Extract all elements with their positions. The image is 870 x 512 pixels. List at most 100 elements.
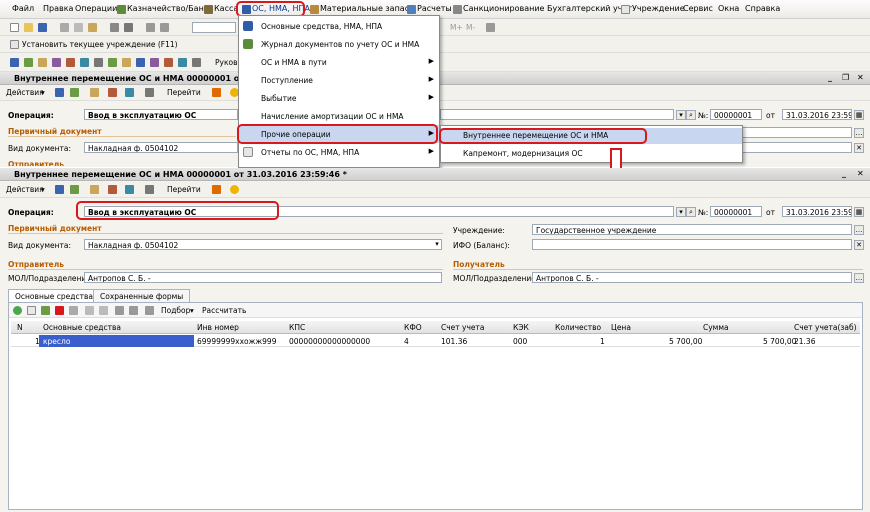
back-icon[interactable] bbox=[146, 23, 155, 32]
col-asset[interactable]: Основные средства bbox=[43, 323, 121, 332]
dd-item-disposal[interactable]: Выбытие ▶ bbox=[239, 89, 439, 107]
back-doc-type-field[interactable]: Накладная ф. 0504102 bbox=[84, 142, 238, 153]
move-down-icon[interactable] bbox=[99, 306, 108, 315]
copy-row-icon[interactable] bbox=[27, 306, 36, 315]
mplus-button[interactable]: M+ bbox=[450, 23, 463, 32]
back-tb-icon-4[interactable] bbox=[108, 88, 117, 97]
end-edit-icon[interactable] bbox=[69, 306, 78, 315]
quick-icon-10[interactable] bbox=[136, 58, 145, 67]
set-institution-button[interactable]: Установить текущее учреждение (F11) bbox=[22, 40, 178, 49]
front-date-field[interactable]: 31.03.2016 23:59:46 bbox=[782, 206, 852, 217]
print-icon[interactable] bbox=[110, 23, 119, 32]
quick-icon-4[interactable] bbox=[52, 58, 61, 67]
dd-item-in-transit[interactable]: ОС и НМА в пути ▶ bbox=[239, 53, 439, 71]
back-tb-icon-6[interactable] bbox=[145, 88, 154, 97]
find-icon[interactable] bbox=[124, 23, 133, 32]
col-account-off[interactable]: Счет учета(заб) bbox=[794, 323, 857, 332]
open-icon[interactable] bbox=[24, 23, 33, 32]
sender-mol-field[interactable]: Антропов С. Б. - bbox=[84, 272, 442, 283]
menu-file[interactable]: Файл bbox=[12, 4, 34, 13]
new-icon[interactable] bbox=[10, 23, 19, 32]
calculate-button[interactable]: Рассчитать bbox=[202, 306, 246, 315]
copy-icon[interactable] bbox=[74, 23, 83, 32]
dd-item-reports[interactable]: Отчеты по ОС, НМА, НПА ▶ bbox=[239, 143, 439, 161]
quick-icon-1[interactable] bbox=[10, 58, 19, 67]
back-institution-field-ext[interactable] bbox=[740, 127, 852, 138]
close-icon[interactable]: ✕ bbox=[857, 73, 864, 82]
help-icon[interactable] bbox=[230, 185, 239, 194]
col-n[interactable]: N bbox=[17, 323, 23, 332]
tab-saved-forms[interactable]: Сохраненные формы bbox=[93, 289, 191, 302]
front-tb-icon-1[interactable] bbox=[55, 185, 64, 194]
minimize-icon[interactable]: _ bbox=[842, 169, 846, 178]
quick-icon-11[interactable] bbox=[150, 58, 159, 67]
front-date-picker-icon[interactable]: ▦ bbox=[854, 207, 864, 217]
quick-icon-9[interactable] bbox=[122, 58, 131, 67]
select-button[interactable]: Подбор bbox=[161, 306, 190, 315]
front-tb-icon-4[interactable] bbox=[108, 185, 117, 194]
back-date-picker-icon[interactable]: ▦ bbox=[854, 110, 864, 120]
dd-item-journal[interactable]: Журнал документов по учету ОС и НМА bbox=[239, 35, 439, 53]
front-doc-type-field[interactable]: Накладная ф. 0504102 bbox=[84, 239, 442, 250]
col-price[interactable]: Цена bbox=[611, 323, 631, 332]
quick-icon-5[interactable] bbox=[66, 58, 75, 67]
ifo-field[interactable] bbox=[532, 239, 852, 250]
dd-item-os-nma-npa[interactable]: Основные средства, НМА, НПА bbox=[239, 17, 439, 35]
add-icon[interactable] bbox=[13, 306, 22, 315]
menu-treasury[interactable]: Казначейство/Банк bbox=[127, 4, 209, 13]
quick-icon-14[interactable] bbox=[192, 58, 201, 67]
dd-item-depreciation[interactable]: Начисление амортизации ОС и НМА bbox=[239, 107, 439, 125]
cut-icon[interactable] bbox=[60, 23, 69, 32]
back-operation-dropdown-icon[interactable]: ▾ bbox=[676, 110, 686, 120]
front-number-field[interactable]: 00000001 bbox=[710, 206, 762, 217]
quick-icon-6[interactable] bbox=[80, 58, 89, 67]
move-up-icon[interactable] bbox=[85, 306, 94, 315]
menu-settlements[interactable]: Расчеты bbox=[417, 4, 452, 13]
restore-icon[interactable]: ❐ bbox=[842, 73, 849, 82]
quick-icon-2[interactable] bbox=[24, 58, 33, 67]
menu-service[interactable]: Сервис bbox=[683, 4, 713, 13]
paste-icon[interactable] bbox=[88, 23, 97, 32]
back-goto-menu[interactable]: Перейти bbox=[167, 88, 201, 97]
menu-cash[interactable]: Касса bbox=[214, 4, 238, 13]
dd-item-receipt[interactable]: Поступление ▶ bbox=[239, 71, 439, 89]
col-account[interactable]: Счет учета bbox=[441, 323, 484, 332]
front-operation-dropdown-icon[interactable]: ▾ bbox=[676, 207, 686, 217]
institution-field[interactable]: Государственное учреждение bbox=[532, 224, 852, 235]
institution-select-icon[interactable]: … bbox=[854, 225, 864, 235]
col-kps[interactable]: КПС bbox=[289, 323, 305, 332]
back-institution-select-icon[interactable]: … bbox=[854, 128, 864, 138]
front-tb-icon-6[interactable] bbox=[145, 185, 154, 194]
quick-icon-7[interactable] bbox=[94, 58, 103, 67]
menu-sanction[interactable]: Санкционирование bbox=[463, 4, 544, 13]
col-sum[interactable]: Сумма bbox=[703, 323, 729, 332]
back-tb-icon-5[interactable] bbox=[125, 88, 134, 97]
quick-icon-12[interactable] bbox=[164, 58, 173, 67]
back-operation-search-icon[interactable]: ⌕ bbox=[686, 110, 696, 120]
front-tb-icon-7[interactable] bbox=[212, 185, 221, 194]
toolbar-search-field[interactable] bbox=[192, 22, 236, 33]
table-row[interactable]: 1 кресло 69999999ххожж999 00000000000000… bbox=[11, 335, 860, 347]
quick-icon-3[interactable] bbox=[38, 58, 47, 67]
col-kek[interactable]: КЭК bbox=[513, 323, 529, 332]
quick-icon-13[interactable] bbox=[178, 58, 187, 67]
filter-icon[interactable] bbox=[145, 306, 154, 315]
back-ifo-field-ext[interactable] bbox=[740, 142, 852, 153]
back-number-field[interactable]: 00000001 bbox=[710, 109, 762, 120]
menu-materials[interactable]: Материальные запасы bbox=[320, 4, 415, 13]
front-goto-menu[interactable]: Перейти bbox=[167, 185, 201, 194]
menu-accounting[interactable]: Бухгалтерский учет bbox=[547, 4, 632, 13]
col-inv[interactable]: Инв номер bbox=[197, 323, 239, 332]
front-tb-icon-5[interactable] bbox=[125, 185, 134, 194]
menu-operations[interactable]: Операции bbox=[75, 4, 117, 13]
receiver-mol-select-icon[interactable]: … bbox=[854, 273, 864, 283]
mminus-button[interactable]: M- bbox=[466, 23, 475, 32]
menu-edit[interactable]: Правка bbox=[43, 4, 73, 13]
back-operation-field-ext[interactable] bbox=[440, 109, 674, 120]
save-icon[interactable] bbox=[38, 23, 47, 32]
edit-icon[interactable] bbox=[41, 306, 50, 315]
back-date-field[interactable]: 31.03.2016 23:59:46 bbox=[782, 109, 852, 120]
menu-windows[interactable]: Окна bbox=[718, 4, 739, 13]
tab-fixed-assets[interactable]: Основные средства bbox=[8, 289, 100, 303]
front-operation-search-icon[interactable]: ⌕ bbox=[686, 207, 696, 217]
